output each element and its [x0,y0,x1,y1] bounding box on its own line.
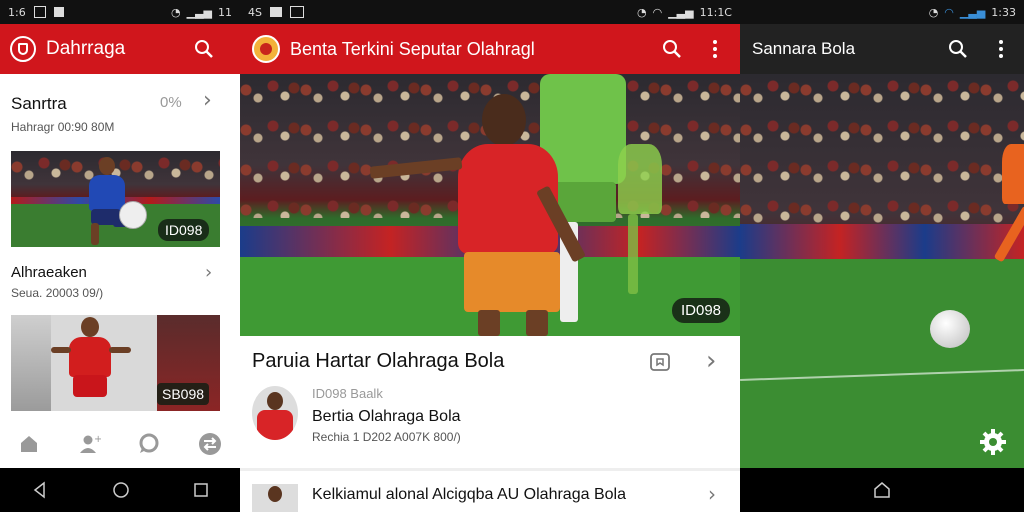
wifi-icon: ◠ [652,5,663,19]
list-item-title: Kelkiamul alonal Alcigqba AU Olahraga Bo… [312,486,626,503]
bookmark-icon[interactable] [649,351,673,373]
thumbnail-badge: SB098 [157,383,210,405]
section-meta: Hahragr 00:90 80M [11,120,115,134]
section-title: Sanrtra [11,94,67,113]
signal-icon: ▁▃▅ [668,5,694,19]
divider [240,468,740,471]
list-item[interactable]: Kelkiamul alonal Alcigqba AU Olahraga Bo… [240,472,740,512]
avatar [252,484,298,512]
transfer-icon[interactable] [198,432,222,456]
ball-icon [930,310,970,348]
app-bar: Dahrraga [0,24,240,74]
thumbnail-badge: ID098 [158,219,210,241]
notification-icon [289,6,304,18]
wifi-icon: ◠ [944,5,954,19]
status-time: 1:33 [991,5,1016,19]
hero-image[interactable]: ID098 [240,74,740,336]
card-heading: Paruia Hartar Olahraga Bola [252,350,505,372]
chevron-right-icon[interactable]: › [205,262,212,283]
back-icon[interactable] [31,481,49,499]
player-figure [369,94,620,336]
recents-icon[interactable] [193,482,209,498]
system-nav-bar [0,468,240,512]
team-logo-icon[interactable] [252,35,280,63]
app-bar: Sannara Bola [740,24,1024,74]
more-vert-icon[interactable] [712,39,718,59]
chevron-right-icon[interactable]: › [708,482,716,506]
avatar [252,386,298,440]
section-header[interactable]: Sanrtra Hahragr 00:90 80M 0% › [0,86,240,140]
search-icon[interactable] [948,39,968,59]
item-meta: Rechia 1 D202 A007K 800/) [312,430,461,444]
status-signal-text: 11 [218,5,232,19]
player-figure [51,317,131,411]
status-bar: ◔ ◠ ▁▃▅ 1:33 [740,0,1024,24]
panel-right: ◔ ◠ ▁▃▅ 1:33 Sannara Bola [740,0,1024,512]
chevron-right-icon[interactable]: › [203,88,212,113]
signal-icon: ▁▃▅ [959,5,986,19]
notification-icon [33,6,46,18]
add-user-icon[interactable]: + [77,433,101,455]
alarm-icon: ◔ [637,5,647,19]
search-icon[interactable] [194,39,214,59]
news-thumbnail[interactable]: SB098 [11,315,220,411]
svg-text:+: + [94,434,101,445]
status-time: 1:6 [8,5,26,19]
news-thumbnail[interactable]: ID098 [11,151,220,247]
home-circle-icon[interactable] [112,481,130,499]
news-card[interactable]: Paruia Hartar Olahraga Bola › ID098 Baal… [240,336,740,468]
section-count: 0% [160,94,182,111]
panel-left: 1:6 ◔ ▁▃▅ 11 Dahrraga Sanrtra Hahragr 00… [0,0,240,512]
item-title: Bertia Olahraga Bola [312,408,461,425]
app-title: Dahrraga [46,38,126,59]
chat-icon[interactable] [137,433,161,455]
bottom-nav: + [0,420,240,468]
more-vert-icon[interactable] [998,39,1004,59]
match-image[interactable] [740,74,1024,468]
list-item-title: Alhraeaken [11,264,87,281]
alarm-icon: ◔ [928,5,939,19]
gear-icon[interactable] [978,427,1008,457]
app-title: Benta Terkini Seputar Olahragl [290,38,535,59]
home-icon[interactable] [872,480,892,500]
wifi-icon: ◔ [171,5,181,19]
app-logo-icon[interactable] [10,36,36,62]
search-icon[interactable] [662,39,682,59]
status-text: 4S [248,5,262,19]
player-figure [993,144,1024,314]
notification-icon [269,7,282,17]
status-time: 11:1C [699,5,732,19]
chevron-right-icon[interactable]: › [706,346,716,376]
status-bar: 4S ◔ ◠ ▁▃▅ 11:1C [240,0,740,24]
status-bar: 1:6 ◔ ▁▃▅ 11 [0,0,240,24]
notification-icon [53,7,64,17]
app-bar: Benta Terkini Seputar Olahragl [240,24,740,74]
panel-middle: 4S ◔ ◠ ▁▃▅ 11:1C Benta Terkini Seputar O… [240,0,740,512]
signal-icon: ▁▃▅ [186,5,212,19]
system-nav-bar [740,468,1024,512]
list-item[interactable]: Alhraeaken Seua. 20003 09/) › [0,258,240,304]
item-source: ID098 Baalk [312,386,383,401]
ball-icon [119,201,147,229]
home-icon[interactable] [18,433,40,455]
app-title: Sannara Bola [752,39,856,58]
hero-badge: ID098 [672,298,731,323]
list-item-meta: Seua. 20003 09/) [11,286,104,300]
